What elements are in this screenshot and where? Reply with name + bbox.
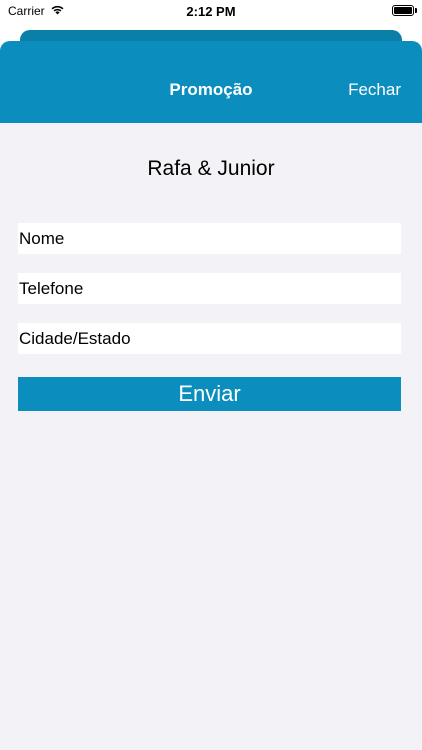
battery-cap <box>415 8 417 13</box>
navigation-bar: Promoção Fechar <box>0 41 422 123</box>
promo-sheet: Promoção Fechar Rafa & Junior Enviar <box>0 41 422 750</box>
phone-field[interactable] <box>18 273 401 304</box>
artist-name: Rafa & Junior <box>147 157 275 180</box>
name-field[interactable] <box>18 223 401 254</box>
status-time: 2:12 PM <box>186 4 236 19</box>
city-state-field[interactable] <box>18 323 401 354</box>
send-button[interactable]: Enviar <box>18 377 401 411</box>
battery-icon <box>392 5 414 16</box>
close-button[interactable]: Fechar <box>348 80 401 100</box>
status-bar: Carrier 2:12 PM <box>0 0 422 22</box>
